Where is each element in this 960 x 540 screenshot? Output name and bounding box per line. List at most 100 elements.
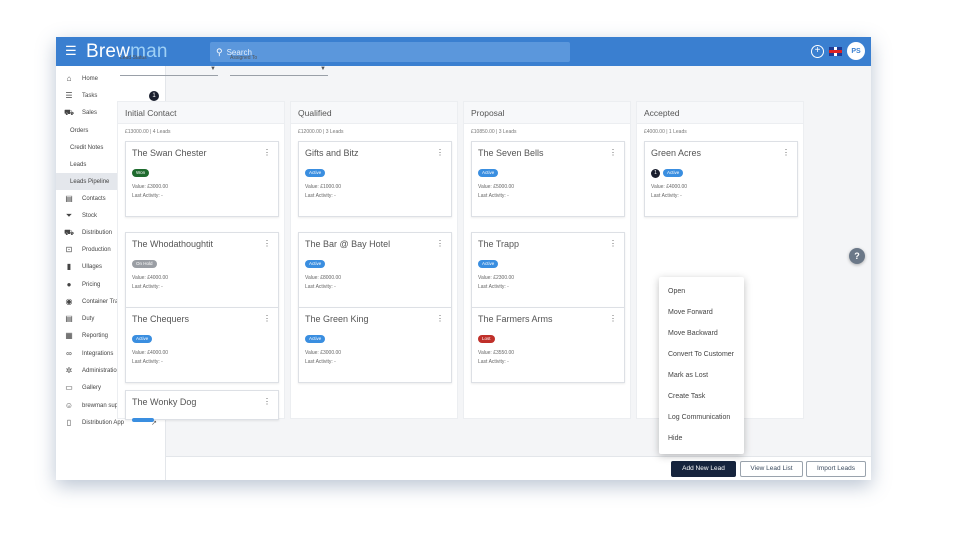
lead-last-activity: Last Activity: -: [478, 359, 509, 365]
kebab-menu-icon[interactable]: ⋮: [436, 239, 444, 248]
kebab-menu-icon[interactable]: ⋮: [263, 314, 271, 323]
sidebar-item-label: Contacts: [82, 195, 106, 202]
uk-flag-icon[interactable]: [829, 46, 842, 56]
menu-item-log-communication[interactable]: Log Communication: [659, 407, 744, 428]
lead-card-title[interactable]: The Green King: [305, 314, 369, 324]
production-icon: ⊡: [65, 245, 73, 254]
lead-card[interactable]: The Chequers ⋮ Active Value: £4000.00 Last A…: [125, 307, 279, 383]
kebab-menu-icon[interactable]: ⋮: [782, 148, 790, 157]
menu-item-move-forward[interactable]: Move Forward: [659, 302, 744, 323]
menu-item-open[interactable]: Open: [659, 281, 744, 302]
import-leads-button[interactable]: Import Leads: [806, 461, 866, 477]
menu-item-move-backward[interactable]: Move Backward: [659, 323, 744, 344]
kebab-menu-icon[interactable]: ⋮: [263, 148, 271, 157]
kebab-menu-icon[interactable]: ⋮: [263, 397, 271, 406]
lead-last-activity: Last Activity: -: [478, 193, 509, 199]
lead-status-label: Lead Status: [120, 55, 147, 61]
list-icon: ☰: [65, 91, 73, 100]
kebab-menu-icon[interactable]: ⋮: [609, 148, 617, 157]
sidebar-item-label: Duty: [82, 315, 95, 322]
pipeline-column-qualified: Qualified £12000.00 | 3 Leads Gifts and Bi…: [290, 101, 458, 419]
avatar[interactable]: PS: [847, 42, 865, 60]
gear-icon: ✲: [65, 366, 73, 375]
kebab-menu-icon[interactable]: ⋮: [436, 314, 444, 323]
lead-card-title[interactable]: The Seven Bells: [478, 148, 544, 158]
lead-value: Value: £3000.00: [132, 184, 169, 190]
view-lead-list-button[interactable]: View Lead List: [740, 461, 803, 477]
lead-card[interactable]: The Whodathoughtit ⋮ On Hold Value: £4000.0…: [125, 232, 279, 308]
truck-icon: ⛟: [64, 227, 75, 237]
menu-item-convert-to-customer[interactable]: Convert To Customer: [659, 344, 744, 365]
status-badge: [132, 418, 154, 422]
lead-card-title[interactable]: The Trapp: [478, 239, 519, 249]
sidebar-item-label: Administration: [82, 367, 121, 374]
sidebar-item-label: Tasks: [82, 92, 98, 99]
menu-item-hide[interactable]: Hide: [659, 428, 744, 449]
sidebar-item-label: Pricing: [82, 281, 101, 288]
add-circle-icon[interactable]: +: [811, 44, 824, 58]
lead-value: Value: £4000.00: [651, 184, 688, 190]
assigned-to-select[interactable]: Assigned To ▼: [230, 50, 328, 76]
status-badge: On Hold: [132, 260, 157, 268]
bottom-action-bar: Add New Lead View Lead List Import Leads: [166, 456, 871, 480]
menu-item-mark-as-lost[interactable]: Mark as Lost: [659, 365, 744, 386]
duty-icon: ▤: [65, 314, 73, 323]
sidebar-item-label: Leads Pipeline: [70, 178, 110, 185]
kebab-menu-icon[interactable]: ⋮: [263, 239, 271, 248]
lead-card[interactable]: The Seven Bells ⋮ Active Value: £5000.00 Las…: [471, 141, 625, 217]
lead-card-title[interactable]: The Wonky Dog: [132, 397, 196, 407]
status-badge: Active: [663, 169, 684, 177]
target-icon: ◉: [65, 297, 73, 306]
column-summary: £10850.00 | 3 Leads: [471, 129, 517, 135]
lead-card-title[interactable]: The Swan Chester: [132, 148, 207, 158]
lead-card[interactable]: Gifts and Bitz ⋮ Active Value: £1000.00 Last…: [298, 141, 452, 217]
hamburger-menu-icon[interactable]: ☰: [65, 44, 77, 58]
lead-card[interactable]: The Farmers Arms ⋮ Lost Value: £3550.00 Last…: [471, 307, 625, 383]
pipeline-column-initial-contact: Initial Contact £13000.00 | 4 Leads The Sw…: [117, 101, 285, 422]
lead-card[interactable]: The Wonky Dog ⋮: [125, 390, 279, 422]
kebab-menu-icon[interactable]: ⋮: [436, 148, 444, 157]
add-new-lead-button[interactable]: Add New Lead: [671, 461, 736, 477]
lead-last-activity: Last Activity: -: [132, 193, 163, 199]
contacts-icon: ▤: [65, 194, 73, 203]
sidebar-item-label: Distribution: [82, 229, 113, 236]
lead-card-title[interactable]: Green Acres: [651, 148, 701, 158]
count-badge: 1: [651, 169, 660, 178]
tasks-count-badge: 1: [149, 90, 159, 101]
kebab-menu-icon[interactable]: ⋮: [609, 314, 617, 323]
sidebar-item-label: Credit Notes: [70, 144, 104, 151]
lead-card[interactable]: The Trapp ⋮ Active Value: £2300.00 Last Acti…: [471, 232, 625, 308]
lead-card-title[interactable]: The Whodathoughtit: [132, 239, 213, 249]
lead-value: Value: £4000.00: [132, 275, 169, 281]
lead-card-title[interactable]: Gifts and Bitz: [305, 148, 359, 158]
lead-last-activity: Last Activity: -: [478, 284, 509, 290]
lead-status-select[interactable]: Lead Status ▼: [120, 50, 218, 76]
lead-card[interactable]: Green Acres ⋮ 1 Active Value: £4000.00 Last A…: [644, 141, 798, 217]
status-badge: Lost: [478, 335, 495, 343]
card-context-menu: Open Move Forward Move Backward Convert To …: [659, 277, 744, 454]
lead-card-title[interactable]: The Chequers: [132, 314, 189, 324]
lead-card[interactable]: The Green King ⋮ Active Value: £3000.00 Last…: [298, 307, 452, 383]
kebab-menu-icon[interactable]: ⋮: [609, 239, 617, 248]
column-summary: £13000.00 | 4 Leads: [125, 129, 171, 135]
sidebar-item-label: Leads: [70, 161, 87, 168]
gallery-icon: ▭: [65, 383, 73, 392]
menu-item-create-task[interactable]: Create Task: [659, 386, 744, 407]
lead-card-title[interactable]: The Farmers Arms: [478, 314, 553, 324]
lead-value: Value: £2300.00: [478, 275, 515, 281]
phone-icon: ▯: [66, 418, 72, 427]
lead-card[interactable]: The Bar @ Bay Hotel ⋮ Active Value: £8000.0…: [298, 232, 452, 308]
sidebar-item-label: Production: [82, 246, 111, 253]
status-badge: Active: [305, 335, 326, 343]
sidebar-item-label: Home: [82, 75, 99, 82]
status-badge: Active: [305, 169, 326, 177]
column-title: Accepted: [637, 102, 803, 124]
bottle-icon: ▮: [66, 262, 72, 271]
report-icon: ▦: [65, 331, 73, 340]
help-icon[interactable]: ?: [849, 248, 865, 264]
lead-value: Value: £3550.00: [478, 350, 515, 356]
lead-card[interactable]: The Swan Chester ⋮ Won Value: £3000.00 Last …: [125, 141, 279, 217]
lead-card-title[interactable]: The Bar @ Bay Hotel: [305, 239, 390, 249]
basket-icon: ⛟: [64, 107, 75, 117]
sidebar-item-label: Gallery: [82, 384, 102, 391]
